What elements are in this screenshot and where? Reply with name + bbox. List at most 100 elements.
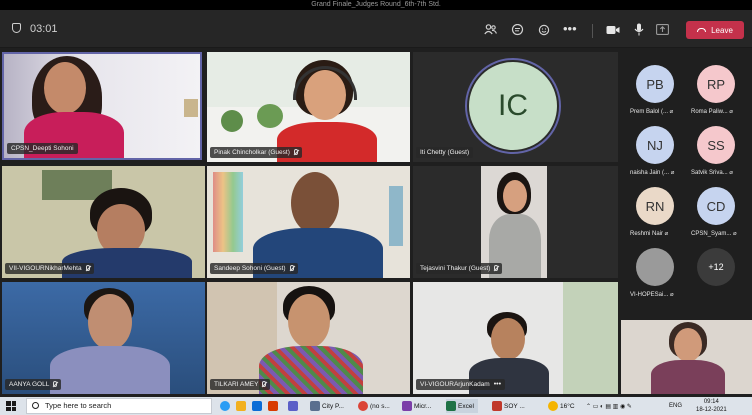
participant-body <box>651 360 725 394</box>
leave-label: Leave <box>711 25 733 35</box>
windows-taskbar: Type here to search City P... (no s... M… <box>0 397 752 415</box>
window-light <box>563 282 618 394</box>
mic-muted-icon <box>293 149 298 155</box>
app-icon <box>402 401 412 411</box>
video-tile-6[interactable]: Tejasvini Thakur (Guest) <box>413 166 618 278</box>
system-tray[interactable]: ⌃ ▭ ◐ ▤ ▥ ◉ ✎ <box>586 399 632 413</box>
reactions-icon[interactable] <box>538 24 551 36</box>
taskbar-app[interactable]: SOY ... <box>492 399 525 413</box>
participant-avatar[interactable]: CD <box>697 187 735 225</box>
chat-icon[interactable] <box>511 24 524 36</box>
search-icon <box>32 402 39 409</box>
more-icon[interactable]: ••• <box>494 381 501 388</box>
language-indicator[interactable]: ENG <box>669 399 682 413</box>
participant-label: CPSN_Syam... ⌀ <box>691 231 737 237</box>
participants-icon[interactable] <box>484 24 497 35</box>
mic-muted-icon <box>289 265 294 271</box>
participant-face <box>44 62 86 114</box>
video-tile-3[interactable]: IC Iti Chetty (Guest) <box>413 52 618 162</box>
weather-widget[interactable]: 16°C <box>548 399 575 413</box>
participant-avatar[interactable]: SS <box>697 126 735 164</box>
windows-start-icon[interactable] <box>6 401 16 411</box>
file-explorer-icon[interactable] <box>236 401 246 411</box>
video-tile-7[interactable]: AANYA GOLL <box>2 282 205 394</box>
participant-avatar[interactable] <box>636 248 674 286</box>
camera-icon[interactable] <box>606 25 620 35</box>
participant-avatar[interactable]: NJ <box>636 126 674 164</box>
share-screen-icon[interactable] <box>656 24 669 35</box>
self-view-tile <box>621 320 752 394</box>
video-tile-2[interactable]: Pinak Chincholkar (Guest) <box>207 52 410 162</box>
mic-muted-icon <box>262 381 267 387</box>
video-tile-8[interactable]: TILKARI AMEY <box>207 282 410 394</box>
participant-name: VII-VIGOURNikharMehta <box>5 263 94 274</box>
mic-muted-icon <box>494 265 499 271</box>
mic-muted-icon <box>85 265 90 271</box>
participant-name: Sandeep Sohoni (Guest) <box>210 263 298 274</box>
video-tile-9[interactable]: VI-VIGOURArjunKadam ••• <box>413 282 618 394</box>
microphone-icon[interactable] <box>634 23 644 36</box>
participant-face <box>304 70 346 120</box>
plant <box>257 104 283 128</box>
participant-name: Iti Chetty (Guest) <box>416 147 474 158</box>
participant-avatar[interactable]: RN <box>636 187 674 225</box>
door <box>389 186 403 246</box>
app-icon <box>310 401 320 411</box>
participant-name: TILKARI AMEY <box>210 379 271 390</box>
video-tile-5[interactable]: Sandeep Sohoni (Guest) <box>207 166 410 278</box>
participant-body <box>50 346 170 394</box>
taskbar-app-active[interactable]: Excel <box>446 399 478 413</box>
participant-name: Pinak Chincholkar (Guest) <box>210 147 302 158</box>
meeting-timer: 03:01 <box>30 23 58 35</box>
avatar-initials: IC <box>469 62 557 150</box>
store-icon[interactable] <box>252 401 262 411</box>
video-tile-4[interactable]: VII-VIGOURNikharMehta <box>2 166 205 278</box>
participant-avatar[interactable]: PB <box>636 65 674 103</box>
more-participants-button[interactable]: +12 <box>697 248 735 286</box>
participant-face <box>503 180 527 212</box>
app-icon <box>492 401 502 411</box>
teams-icon[interactable] <box>288 401 298 411</box>
participant-name: Tejasvini Thakur (Guest) <box>416 263 503 274</box>
participant-face <box>288 294 330 348</box>
participant-name: AANYA GOLL <box>5 379 62 390</box>
more-options-icon[interactable]: ••• <box>563 21 577 36</box>
participant-avatar[interactable]: RP <box>697 65 735 103</box>
mic-muted-icon <box>53 381 58 387</box>
edge-icon[interactable] <box>220 401 230 411</box>
participant-face <box>88 294 132 350</box>
participant-label: Satvik Sriva... ⌀ <box>691 170 733 176</box>
shield-icon <box>12 23 21 33</box>
wall-frame <box>184 99 198 117</box>
participant-label: Roma Paliw... ⌀ <box>691 109 733 115</box>
participant-label: naisha Jain (... ⌀ <box>630 170 675 176</box>
leave-button[interactable]: Leave <box>686 21 744 39</box>
window-title: Grand Finale_Judges Round_6th-7th Std. <box>0 0 752 10</box>
chrome-icon <box>358 401 368 411</box>
taskbar-app[interactable]: City P... <box>310 399 344 413</box>
plant <box>221 110 243 132</box>
office-icon[interactable] <box>268 401 278 411</box>
excel-icon <box>446 401 456 411</box>
taskbar-app[interactable]: (no s... <box>358 399 390 413</box>
participant-face <box>674 328 702 362</box>
toolbar-divider <box>592 24 593 38</box>
meeting-toolbar: 03:01 ••• Leave <box>0 10 752 48</box>
weather-icon <box>548 401 558 411</box>
participant-label: Prem Balol (... ⌀ <box>630 109 674 115</box>
teams-meeting-window: Grand Finale_Judges Round_6th-7th Std. 0… <box>0 0 752 415</box>
participant-face <box>491 318 525 360</box>
participant-face <box>291 172 339 234</box>
video-tile-1[interactable]: CPSN_Deepti Sohoni <box>2 52 202 160</box>
taskbar-app[interactable]: Micr... <box>402 399 431 413</box>
participant-label: VI-HOPESai... ⌀ <box>630 292 674 298</box>
taskbar-clock[interactable]: 09:14 18-12-2021 <box>696 398 727 414</box>
participant-label: Reshmi Nair ⌀ <box>630 231 669 237</box>
participant-body <box>259 346 363 394</box>
wall-decor <box>213 172 243 252</box>
search-placeholder: Type here to search <box>45 401 112 410</box>
participant-name: VI-VIGOURArjunKadam ••• <box>416 379 506 390</box>
taskbar-search-box[interactable]: Type here to search <box>26 398 212 414</box>
participant-name: CPSN_Deepti Sohoni <box>7 143 78 154</box>
hang-up-icon <box>697 28 707 32</box>
